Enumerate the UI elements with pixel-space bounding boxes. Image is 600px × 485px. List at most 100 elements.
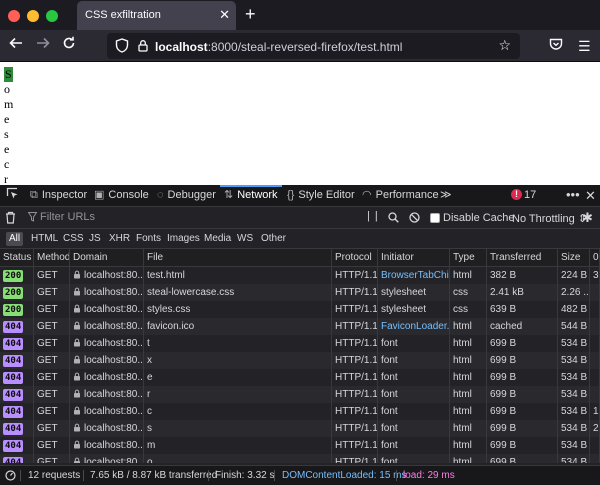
type-filter-css[interactable]: CSS [60, 232, 87, 246]
table-row[interactable]: 404 GET localhost:80... favicon.ico HTTP/1.1… [0, 318, 600, 335]
tab-console[interactable]: ▣ Console [94, 185, 149, 206]
reload-icon [63, 36, 75, 49]
column-header-initiator[interactable]: Initiator [378, 249, 450, 266]
type-filter-xhr[interactable]: XHR [106, 232, 133, 246]
error-count[interactable]: 17 [524, 185, 536, 206]
more-options-icon[interactable]: ••• [566, 185, 580, 204]
table-row[interactable]: 404 GET localhost:80... c HTTP/1.1 font html 69… [0, 403, 600, 420]
tab-inspector[interactable]: ⧉ Inspector [30, 185, 87, 206]
column-header-transferred[interactable]: Transferred [487, 249, 558, 266]
throttling-select[interactable]: No Throttling ⇕ [512, 212, 587, 225]
close-devtools-icon[interactable]: ✕ [585, 185, 596, 206]
cell-type: html [450, 267, 487, 284]
domain-text: localhost:80... [84, 440, 144, 451]
back-button[interactable] [9, 36, 23, 55]
column-header-domain[interactable]: Domain [70, 249, 144, 266]
type-filter-ws[interactable]: WS [234, 232, 256, 246]
cell-protocol: HTTP/1.1 [332, 267, 378, 284]
new-tab-button[interactable]: + [245, 4, 256, 24]
pocket-icon[interactable] [549, 38, 563, 54]
column-header-type[interactable]: Type [450, 249, 487, 266]
minimize-window-button[interactable] [27, 10, 39, 22]
initiator-text[interactable]: FaviconLoader.... [381, 321, 449, 332]
table-row[interactable]: 200 GET localhost:80... steal-lowercase.css… [0, 284, 600, 301]
table-row[interactable]: 404 GET localhost:80... m HTTP/1.1 font html 69… [0, 437, 600, 454]
table-row[interactable]: 404 GET localhost:80... r HTTP/1.1 font html 69… [0, 386, 600, 403]
table-row[interactable]: 200 GET localhost:80... test.html HTTP/1.1 Br… [0, 267, 600, 284]
type-filter-js[interactable]: JS [86, 232, 104, 246]
tab-performance[interactable]: ◠ Performance [362, 185, 439, 206]
menu-hamburger-icon[interactable]: ☰ [578, 39, 591, 53]
browser-tab[interactable]: CSS exfiltration ✕ [77, 1, 236, 30]
column-header-method[interactable]: Method [34, 249, 70, 266]
status-badge: 404 [3, 338, 24, 350]
pause-button[interactable]: | | [367, 210, 379, 222]
search-icon[interactable] [388, 212, 399, 226]
tab-label: Style Editor [298, 189, 355, 201]
disable-cache-checkbox[interactable] [430, 213, 440, 223]
page-content: Somesecre [0, 63, 600, 185]
cell-file: steal-lowercase.css [144, 284, 332, 301]
page-text-char: c [4, 157, 10, 171]
cell-protocol: HTTP/1.1 [332, 301, 378, 318]
tab-label: Performance [375, 189, 439, 201]
type-filter-all[interactable]: All [6, 232, 24, 246]
type-filter-images[interactable]: Images [164, 232, 203, 246]
cell-domain: localhost:80... [70, 267, 144, 284]
table-row[interactable]: 200 GET localhost:80... styles.css HTTP/1.1 s… [0, 301, 600, 318]
cell-protocol: HTTP/1.1 [332, 454, 378, 463]
gear-icon[interactable]: ✱ [582, 211, 593, 225]
column-header-status[interactable]: Status [0, 249, 34, 266]
url-bar[interactable]: localhost:8000/steal-reversed-firefox/te… [107, 33, 520, 59]
tab-title: CSS exfiltration [85, 9, 161, 21]
page-info-icon[interactable] [137, 39, 149, 55]
status-badge: 404 [3, 389, 24, 401]
type-filter-media[interactable]: Media [201, 232, 234, 246]
cell-size: 534 B [558, 352, 590, 369]
cell-type: html [450, 318, 487, 335]
bookmark-star-icon[interactable]: ☆ [498, 37, 511, 54]
column-header-0[interactable]: 0 [590, 249, 600, 266]
initiator-text[interactable]: BrowserTabChi... [381, 270, 449, 281]
block-requests-icon[interactable] [409, 212, 420, 226]
cell-method: GET [34, 267, 70, 284]
table-row[interactable]: 404 GET localhost:80... o HTTP/1.1 font html 69… [0, 454, 600, 463]
cell-domain: localhost:80... [70, 403, 144, 420]
column-header-protocol[interactable]: Protocol [332, 249, 378, 266]
cell-initiator: font [378, 369, 450, 386]
type-filter-html[interactable]: HTML [28, 232, 61, 246]
performance-analysis-icon[interactable] [5, 470, 16, 484]
cell-protocol: HTTP/1.1 [332, 335, 378, 352]
tracking-protection-shield-icon[interactable] [115, 38, 129, 56]
tab-debugger[interactable]: ◌ Debugger [157, 185, 216, 206]
column-header-size[interactable]: Size [558, 249, 590, 266]
cell-initiator: font [378, 386, 450, 403]
summary-load: load: 29 ms [403, 470, 455, 481]
type-filter-other[interactable]: Other [258, 232, 289, 246]
page-text-char: e [4, 112, 10, 126]
forward-button[interactable] [36, 36, 50, 55]
table-row[interactable]: 404 GET localhost:80... t HTTP/1.1 font html 69… [0, 335, 600, 352]
reload-button[interactable] [62, 36, 76, 55]
element-picker-icon[interactable] [6, 185, 19, 206]
table-row[interactable]: 404 GET localhost:80... e HTTP/1.1 font html 69… [0, 369, 600, 386]
trash-icon[interactable] [5, 211, 16, 227]
tab-close-icon[interactable]: ✕ [219, 7, 230, 23]
cell-extra: 1 [590, 403, 600, 420]
more-tabs-icon[interactable]: ≫ [440, 185, 452, 206]
cell-method: GET [34, 403, 70, 420]
close-window-button[interactable] [8, 10, 20, 22]
cell-protocol: HTTP/1.1 [332, 318, 378, 335]
filter-urls-input[interactable]: Filter URLs [40, 211, 95, 223]
domain-text: localhost:80... [84, 287, 144, 298]
tab-style-editor[interactable]: {} Style Editor [287, 185, 355, 206]
tab-network[interactable]: ⇅ Network [220, 185, 282, 206]
table-row[interactable]: 404 GET localhost:80... x HTTP/1.1 font html 69… [0, 352, 600, 369]
table-row[interactable]: 404 GET localhost:80... s HTTP/1.1 font html 69… [0, 420, 600, 437]
url-text[interactable]: localhost:8000/steal-reversed-firefox/te… [155, 40, 402, 54]
maximize-window-button[interactable] [46, 10, 58, 22]
type-filter-fonts[interactable]: Fonts [133, 232, 164, 246]
lock-icon [73, 421, 81, 437]
column-header-file[interactable]: File [144, 249, 332, 266]
cell-file: t [144, 335, 332, 352]
